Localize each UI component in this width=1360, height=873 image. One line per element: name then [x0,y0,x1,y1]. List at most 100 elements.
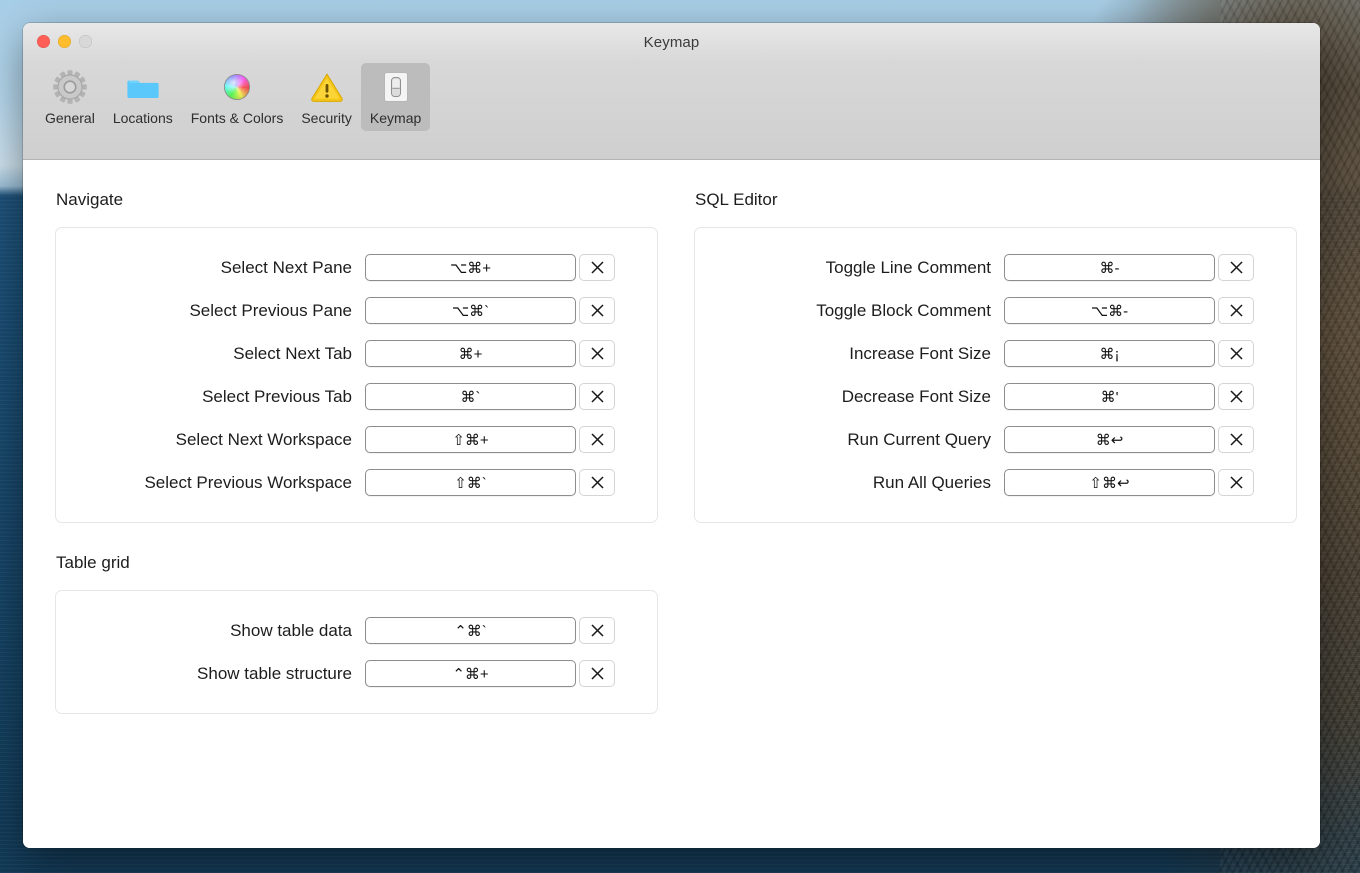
shortcut-row: Select Next Workspace ⇧⌘+ [56,426,657,453]
shortcut-control: ⌃⌘` [365,617,615,644]
shortcut-label: Select Previous Workspace [144,472,352,492]
toolbar-tab-label: Locations [112,110,173,126]
window-titlebar: Keymap [23,23,1320,62]
shortcut-row: Show table structure ⌃⌘+ [56,660,657,687]
toolbar-tab-keymap[interactable]: Keymap [360,63,431,131]
section-group-navigate: Select Next Pane ⌥⌘+ Select Previous Pane ⌥… [55,227,658,523]
shortcut-input[interactable]: ⌘↩ [1004,426,1215,453]
shortcut-input[interactable]: ⌘¡ [1004,340,1215,367]
section-title-table-grid: Table grid [56,553,130,572]
shortcut-row: Select Previous Pane ⌥⌘` [56,297,657,324]
shortcut-label: Toggle Block Comment [816,300,991,320]
minimize-window-button[interactable] [58,35,71,48]
shortcut-input[interactable]: ⌘' [1004,383,1215,410]
shortcut-input[interactable]: ⇧⌘↩ [1004,469,1215,496]
left-column: Navigate Select Next Pane ⌥⌘+ Select Previo… [55,190,658,744]
toolbar-tab-general[interactable]: General [36,63,104,131]
shortcut-control: ⌘- [1004,254,1254,281]
clear-shortcut-button[interactable] [1218,340,1254,367]
shortcut-label: Show table structure [197,663,352,683]
toolbar-tab-fonts-colors[interactable]: Fonts & Colors [182,63,293,131]
preferences-window: Keymap General Locations Fonts & Colors Sec… [23,23,1320,848]
close-icon [1229,390,1243,403]
section-group-table-grid: Show table data ⌃⌘` Show table structure ⌃⌘… [55,590,658,714]
shortcut-input[interactable]: ⇧⌘` [365,469,576,496]
window-title: Keymap [643,34,700,51]
clear-shortcut-button[interactable] [579,660,615,687]
toolbar-tab-label: Security [301,110,352,126]
close-icon [1229,433,1243,446]
shortcut-row: Select Next Tab ⌘+ [56,340,657,367]
close-icon [590,261,604,274]
clear-shortcut-button[interactable] [579,340,615,367]
close-icon [590,624,604,637]
shortcut-label: Select Next Pane [220,257,352,277]
close-icon [590,433,604,446]
traffic-light-group [37,35,92,48]
zoom-window-button [79,35,92,48]
clear-shortcut-button[interactable] [579,297,615,324]
shortcut-label: Decrease Font Size [841,386,991,406]
shortcut-input[interactable]: ⇧⌘+ [365,426,576,453]
shortcut-input[interactable]: ⌥⌘+ [365,254,576,281]
shortcut-row: Increase Font Size ⌘¡ [695,340,1296,367]
shortcut-label: Select Next Workspace [175,429,352,449]
shortcut-control: ⌥⌘- [1004,297,1254,324]
shortcut-label: Run Current Query [847,429,991,449]
section-title-navigate: Navigate [56,190,124,209]
section-group-sql-editor: Toggle Line Comment ⌘- Toggle Block Commen… [694,227,1297,523]
clear-shortcut-button[interactable] [579,254,615,281]
shortcut-label: Select Previous Tab [202,386,352,406]
clear-shortcut-button[interactable] [1218,469,1254,496]
toolbar-tab-locations[interactable]: Locations [104,63,182,131]
shortcut-control: ⌘' [1004,383,1254,410]
shortcut-label: Show table data [230,620,352,640]
toolbar-tab-label: General [45,110,95,126]
shortcut-control: ⌥⌘+ [365,254,615,281]
shortcut-control: ⌘` [365,383,615,410]
clear-shortcut-button[interactable] [1218,254,1254,281]
toolbar-tab-security[interactable]: Security [292,63,361,131]
folder-icon [125,69,161,105]
close-icon [590,667,604,680]
clear-shortcut-button[interactable] [579,469,615,496]
shortcut-control: ⇧⌘↩ [1004,469,1254,496]
shortcut-control: ⌘+ [365,340,615,367]
clear-shortcut-button[interactable] [579,426,615,453]
close-icon [590,304,604,317]
close-icon [1229,304,1243,317]
clear-shortcut-button[interactable] [1218,426,1254,453]
shortcut-row: Decrease Font Size ⌘' [695,383,1296,410]
desktop-wallpaper: Keymap General Locations Fonts & Colors Sec… [0,0,1360,873]
shortcut-row: Select Previous Tab ⌘` [56,383,657,410]
shortcut-input[interactable]: ⌥⌘- [1004,297,1215,324]
close-icon [590,390,604,403]
shortcut-input[interactable]: ⌘- [1004,254,1215,281]
shortcut-control: ⌥⌘` [365,297,615,324]
shortcut-input[interactable]: ⌘` [365,383,576,410]
color-wheel-icon [219,69,255,105]
close-window-button[interactable] [37,35,50,48]
shortcut-input[interactable]: ⌥⌘` [365,297,576,324]
gear-icon [52,69,88,105]
shortcut-label: Increase Font Size [849,343,991,363]
clear-shortcut-button[interactable] [579,617,615,644]
clear-shortcut-button[interactable] [1218,297,1254,324]
shortcut-control: ⇧⌘+ [365,426,615,453]
shortcut-row: Toggle Line Comment ⌘- [695,254,1296,281]
toolbar-tab-label: Keymap [369,110,422,126]
shortcut-input[interactable]: ⌘+ [365,340,576,367]
clear-shortcut-button[interactable] [579,383,615,410]
shortcut-control: ⌃⌘+ [365,660,615,687]
shortcut-input[interactable]: ⌃⌘+ [365,660,576,687]
shortcut-control: ⇧⌘` [365,469,615,496]
shortcut-row: Select Previous Workspace ⇧⌘` [56,469,657,496]
shortcut-input[interactable]: ⌃⌘` [365,617,576,644]
clear-shortcut-button[interactable] [1218,383,1254,410]
shortcut-row: Toggle Block Comment ⌥⌘- [695,297,1296,324]
shortcut-label: Select Next Tab [233,343,352,363]
close-icon [1229,347,1243,360]
